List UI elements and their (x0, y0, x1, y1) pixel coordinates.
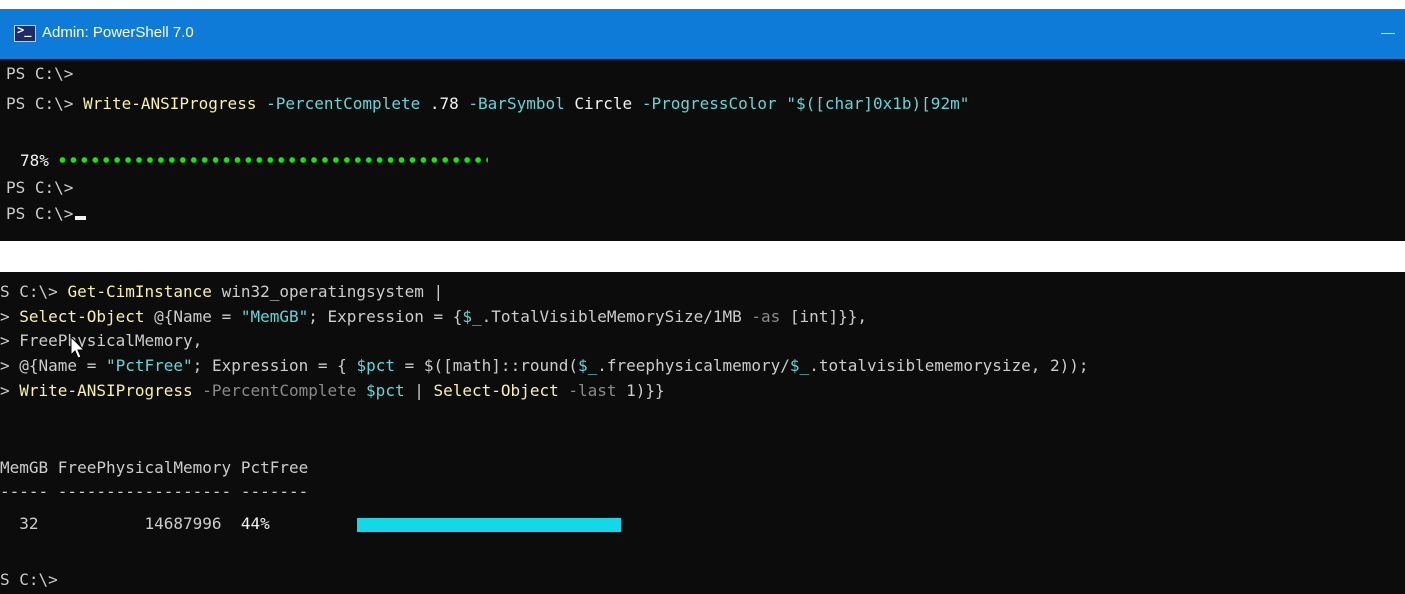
continuation-line: > Write-ANSIProgress -PercentComplete $p… (0, 381, 665, 400)
continuation-line: > FreePhysicalMemory, (0, 331, 203, 350)
command-line: S C:\> Get-CimInstance win32_operatingsy… (0, 282, 444, 301)
minimize-icon[interactable] (1381, 33, 1395, 34)
prompt-line-active[interactable]: PS C:\> (6, 203, 87, 225)
table-separator: ----- ------------------ ------- (0, 482, 309, 501)
table-row: 32 14687996 44% (0, 513, 270, 535)
cell-memgb: 32 (19, 514, 39, 533)
console-area-2[interactable]: S C:\> Get-CimInstance win32_operatingsy… (0, 272, 1405, 594)
progress-output: 78% (20, 150, 488, 172)
table-header: MemGB FreePhysicalMemory PctFree (0, 458, 309, 477)
window-title: Admin: PowerShell 7.0 (42, 24, 194, 41)
cell-pctfree: 44% (240, 514, 270, 533)
powershell-window[interactable]: >_ Admin: PowerShell 7.0 PS C:\> PS C:\>… (0, 9, 1405, 241)
prompt-line: PS C:\> (6, 178, 74, 197)
console-area[interactable]: PS C:\> PS C:\> Write-ANSIProgress -Perc… (0, 59, 1405, 241)
powershell-icon: >_ (14, 23, 36, 42)
title-bar[interactable]: >_ Admin: PowerShell 7.0 (0, 9, 1405, 59)
cell-freephysicalmemory: 14687996 (144, 514, 222, 533)
progress-percent: 78% (20, 151, 49, 170)
command-line: PS C:\> Write-ANSIProgress -PercentCompl… (6, 94, 970, 113)
memory-progress-bar (357, 518, 621, 532)
text-cursor (75, 216, 87, 220)
prompt-line: S C:\> (0, 570, 58, 589)
continuation-line: > @{Name = "PctFree"; Expression = { $pc… (0, 356, 1089, 375)
continuation-line: > Select-Object @{Name = "MemGB"; Expres… (0, 307, 867, 326)
prompt-line: PS C:\> (6, 64, 74, 83)
progress-bar-circles (56, 155, 488, 165)
